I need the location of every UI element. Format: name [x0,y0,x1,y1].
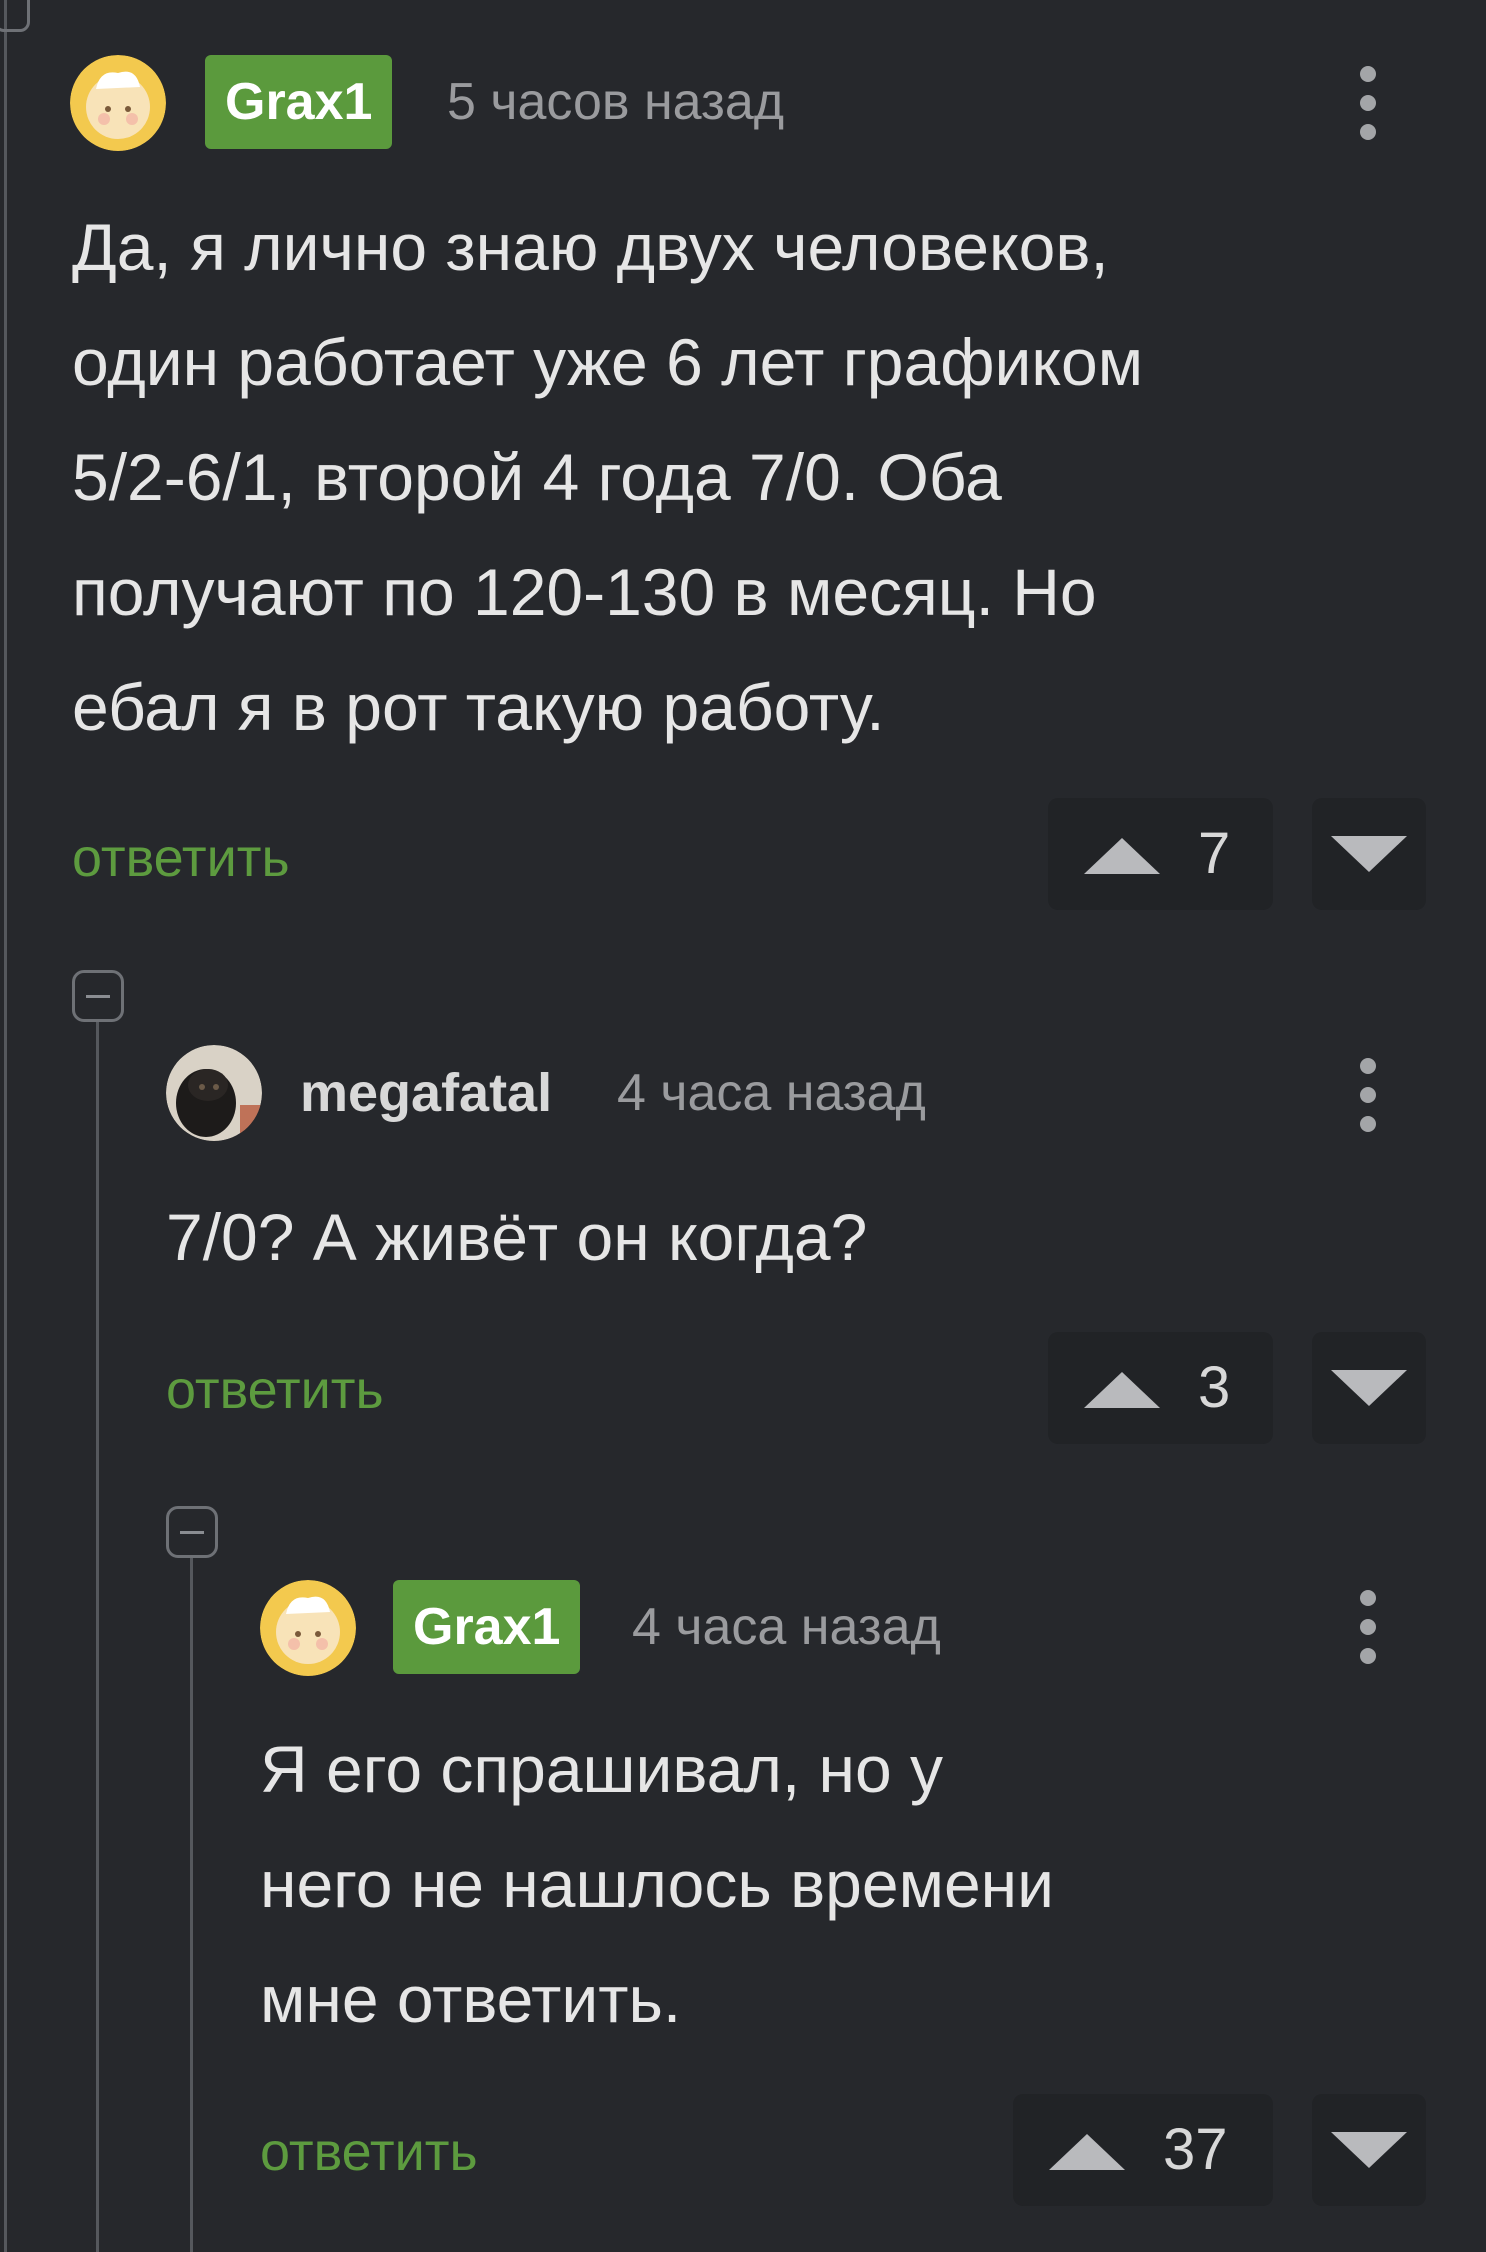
comment-timestamp: 5 часов назад [447,73,785,131]
comment-text: Да, я лично знаю двух человеков, один ра… [72,210,1144,744]
avatar-megafatal[interactable] [166,1045,262,1141]
avatar-dog-icon [166,1045,262,1141]
comment-text: 7/0? А живёт он когда? [166,1200,868,1274]
reply-link[interactable]: ответить [166,1350,384,1430]
upvote-count: 37 [1163,2117,1228,2182]
upvote-button[interactable]: 7 [1048,798,1273,910]
thread-line-level-1 [96,1020,99,2252]
upvote-count: 7 [1198,821,1231,886]
triangle-down-icon [1331,836,1407,872]
triangle-down-icon [1331,1370,1407,1406]
triangle-up-icon [1084,1372,1160,1408]
downvote-button[interactable] [1312,1332,1426,1444]
collapse-button-root[interactable] [0,0,30,32]
triangle-up-icon [1049,2134,1125,2170]
upvote-button[interactable]: 37 [1013,2094,1273,2206]
comment-timestamp: 4 часа назад [632,1598,941,1656]
avatar-chef-icon [260,1580,356,1676]
comment-timestamp: 4 часа назад [617,1064,926,1122]
more-options-icon[interactable] [1353,1050,1383,1140]
avatar-grax1[interactable] [260,1580,356,1676]
triangle-up-icon [1084,838,1160,874]
author-badge[interactable]: Grax1 [393,1580,581,1674]
avatar-chef-icon [70,55,166,151]
downvote-button[interactable] [1312,2094,1426,2206]
collapse-button-level-2[interactable] [166,1506,218,1558]
upvote-button[interactable]: 3 [1048,1332,1273,1444]
downvote-button[interactable] [1312,798,1426,910]
more-options-icon[interactable] [1353,1582,1383,1672]
reply-link[interactable]: ответить [72,818,290,898]
reply-link[interactable]: ответить [260,2112,478,2192]
comment-text: Я его спрашивал, но у него не нашлось вр… [260,1732,1054,2036]
collapse-button-level-1[interactable] [72,970,124,1022]
triangle-down-icon [1331,2132,1407,2168]
author-name[interactable]: megafatal [300,1046,552,1140]
upvote-count: 3 [1198,1355,1231,1420]
more-options-icon[interactable] [1353,58,1383,148]
thread-line-level-2 [190,1556,193,2252]
thread-line-root [4,0,7,2252]
avatar-grax1[interactable] [70,55,166,151]
author-badge[interactable]: Grax1 [205,55,393,149]
